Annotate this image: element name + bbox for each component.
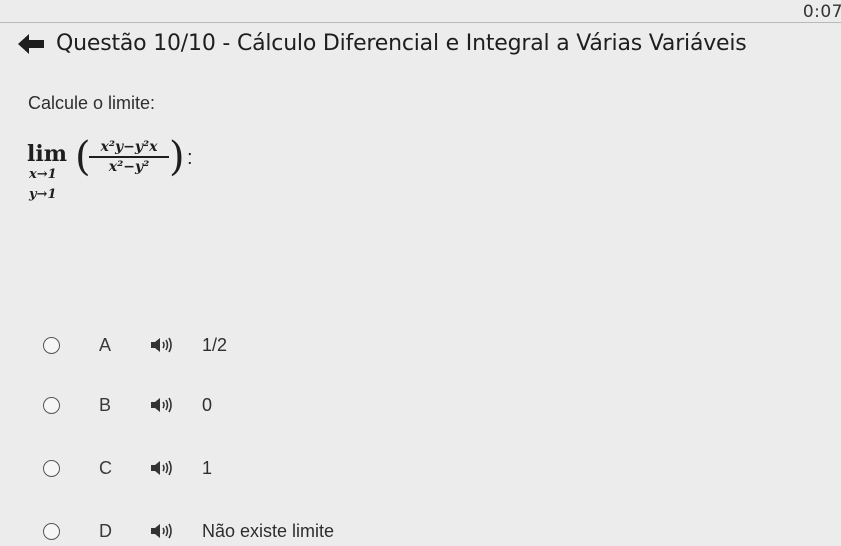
radio-button[interactable] <box>43 336 60 354</box>
close-paren: ) <box>169 134 185 180</box>
question-header: Questão 10/10 - Cálculo Diferencial e In… <box>16 31 837 56</box>
speaker-icon[interactable] <box>150 460 172 476</box>
option-letter: A <box>99 334 112 355</box>
top-divider <box>0 22 841 23</box>
option-letter: B <box>99 394 112 415</box>
formula-colon: : <box>187 147 193 169</box>
option-letter: C <box>99 457 112 478</box>
option-text: 1/2 <box>202 334 228 355</box>
radio-button[interactable] <box>43 459 60 477</box>
option-a[interactable]: A 1/2 <box>37 330 537 360</box>
arrow-left-icon[interactable] <box>16 32 48 56</box>
speaker-icon[interactable] <box>150 523 172 539</box>
option-letter: D <box>99 520 112 541</box>
lim-sub-x: x→1 <box>29 167 57 182</box>
speaker-icon[interactable] <box>150 397 172 413</box>
radio-button[interactable] <box>43 522 60 540</box>
question-prompt: Calcule o limite: <box>28 93 156 113</box>
speaker-icon[interactable] <box>150 337 172 353</box>
option-b[interactable]: B 0 <box>37 390 537 420</box>
option-text: 1 <box>202 457 213 478</box>
fraction: x²y−y²x x²−y² <box>87 139 171 175</box>
lim-sub-y: y→1 <box>29 187 57 202</box>
fraction-numerator: x²y−y²x <box>100 139 158 155</box>
lim-operator: lim <box>27 141 67 167</box>
question-title: Questão 10/10 - Cálculo Diferencial e In… <box>56 31 747 56</box>
fraction-denominator: x²−y² <box>108 159 150 175</box>
radio-button[interactable] <box>43 396 60 414</box>
option-c[interactable]: C 1 <box>37 453 537 483</box>
limit-formula: lim x→1 y→1 ( x²y−y²x x²−y² ) : <box>27 134 247 217</box>
timer: 0:07 <box>802 2 841 22</box>
option-text: 0 <box>202 394 213 415</box>
option-text: Não existe limite <box>202 520 335 541</box>
